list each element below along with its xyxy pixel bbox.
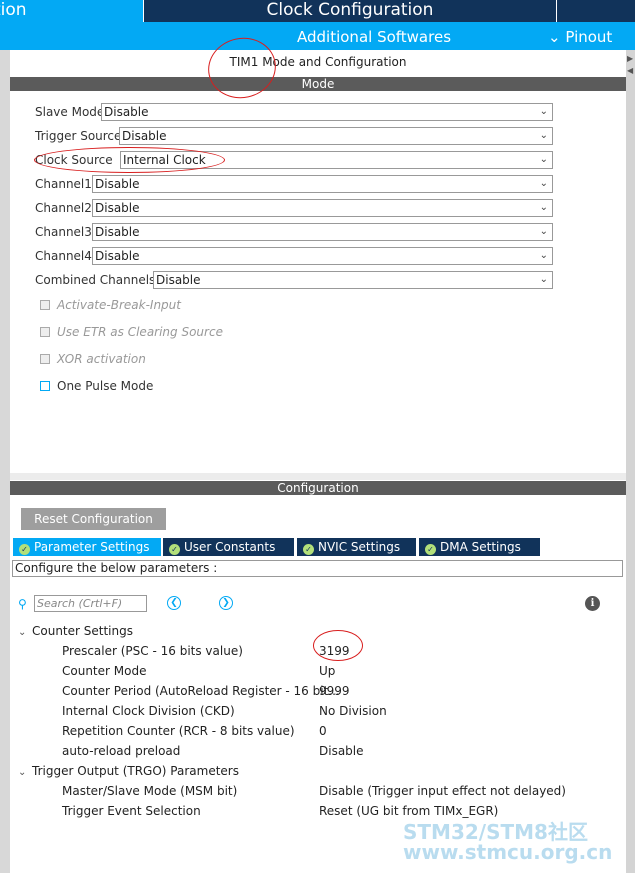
tab-clock-configuration[interactable]: Clock Configuration: [143, 0, 557, 22]
param-value[interactable]: Up: [319, 664, 335, 678]
top-tab-bar: tion Clock Configuration: [0, 0, 635, 22]
chevron-left-icon[interactable]: ◀: [627, 66, 633, 75]
param-value[interactable]: 0: [319, 724, 327, 738]
chevron-down-icon: ⌄: [539, 226, 548, 237]
param-name: Internal Clock Division (CKD): [62, 704, 235, 718]
pinout-menu[interactable]: ⌄ Pinout: [548, 28, 612, 46]
tab-configuration[interactable]: tion: [0, 0, 143, 22]
annotation-circle-clock-source: [34, 147, 225, 173]
search-input[interactable]: Search (Crtl+F): [34, 595, 147, 612]
configure-hint: Configure the below parameters :: [12, 560, 623, 577]
channel1-select[interactable]: Disable ⌄: [92, 175, 553, 193]
panel-title: TIM1 Mode and Configuration: [229, 55, 407, 69]
chevron-down-icon[interactable]: ⌄: [18, 767, 32, 778]
checkbox-label: XOR activation: [57, 352, 146, 366]
tab-parameter-settings[interactable]: ✓ Parameter Settings: [13, 538, 161, 556]
checkbox-box[interactable]: [40, 381, 50, 391]
additional-softwares-menu[interactable]: Additional Softwares: [297, 28, 451, 46]
previous-icon[interactable]: ❮: [167, 596, 181, 610]
param-name: Repetition Counter (RCR - 8 bits value): [62, 724, 295, 738]
reset-configuration-button[interactable]: Reset Configuration: [21, 508, 166, 530]
configuration-section-header: Configuration: [10, 481, 626, 495]
chevron-down-icon: ⌄: [548, 28, 561, 46]
chevron-down-icon: ⌄: [539, 130, 548, 141]
right-splitter[interactable]: ▶ ◀: [626, 50, 635, 873]
param-name: Master/Slave Mode (MSM bit): [62, 784, 238, 798]
pinout-label: Pinout: [565, 28, 613, 46]
chevron-down-icon: ⌄: [539, 202, 548, 213]
chevron-down-icon[interactable]: ⌄: [18, 627, 32, 638]
chevron-down-icon: ⌄: [539, 178, 548, 189]
checkbox-box[interactable]: [40, 354, 50, 364]
select-value: Disable: [95, 225, 140, 239]
check-circle-icon: ✓: [19, 544, 30, 555]
checkbox-label: Use ETR as Clearing Source: [57, 325, 223, 339]
info-icon[interactable]: i: [585, 596, 600, 611]
mode-section-header: Mode: [10, 77, 626, 91]
slave-mode-label: Slave Mode: [35, 105, 105, 119]
group-label: Counter Settings: [32, 624, 133, 638]
chevron-right-icon[interactable]: ▶: [627, 54, 633, 63]
chevron-down-icon: ⌄: [539, 274, 548, 285]
chevron-down-icon: ⌄: [539, 154, 548, 165]
channel4-label: Channel4: [35, 249, 92, 263]
channel2-label: Channel2: [35, 201, 92, 215]
checkbox-box[interactable]: [40, 300, 50, 310]
channel1-label: Channel1: [35, 177, 92, 191]
param-value[interactable]: No Division: [319, 704, 387, 718]
param-value[interactable]: 9999: [319, 684, 350, 698]
checkbox-label: Activate-Break-Input: [57, 298, 181, 312]
select-value: Disable: [156, 273, 201, 287]
slave-mode-select[interactable]: Disable ⌄: [101, 103, 553, 121]
channel2-select[interactable]: Disable ⌄: [92, 199, 553, 217]
mode-panel: TIM1 Mode and Configuration Mode Slave M…: [10, 50, 626, 473]
combined-channels-select[interactable]: Disable ⌄: [153, 271, 553, 289]
combined-channels-label: Combined Channels: [35, 273, 156, 287]
checkbox-box[interactable]: [40, 327, 50, 337]
select-value: Disable: [104, 105, 149, 119]
param-name: Trigger Event Selection: [62, 804, 201, 818]
param-name: auto-reload preload: [62, 744, 181, 758]
group-label: Trigger Output (TRGO) Parameters: [32, 764, 239, 778]
tab-label: Parameter Settings: [34, 540, 150, 554]
param-name: Prescaler (PSC - 16 bits value): [62, 644, 243, 658]
left-splitter[interactable]: [0, 50, 10, 873]
annotation-circle-prescaler: [313, 630, 363, 661]
select-value: Disable: [122, 129, 167, 143]
trigger-source-label: Trigger Source: [35, 129, 122, 143]
channel3-label: Channel3: [35, 225, 92, 239]
param-name: Counter Period (AutoReload Register - 16…: [62, 684, 340, 698]
checkbox-label: One Pulse Mode: [57, 379, 154, 393]
chevron-down-icon: ⌄: [539, 250, 548, 261]
trigger-source-select[interactable]: Disable ⌄: [119, 127, 553, 145]
select-value: Disable: [95, 177, 140, 191]
tab-empty[interactable]: [557, 0, 635, 22]
param-value[interactable]: Disable (Trigger input effect not delaye…: [319, 784, 566, 798]
tab-nvic-settings[interactable]: ✓ NVIC Settings: [297, 538, 416, 556]
tree-group-counter-settings[interactable]: ⌄ Counter Settings: [18, 624, 133, 638]
chevron-down-icon: ⌄: [539, 106, 548, 117]
tab-label: NVIC Settings: [318, 540, 401, 554]
configuration-panel: Configuration Reset Configuration ✓ Param…: [10, 480, 626, 873]
param-name: Counter Mode: [62, 664, 147, 678]
tab-label: DMA Settings: [440, 540, 521, 554]
select-value: Disable: [95, 249, 140, 263]
channel4-select[interactable]: Disable ⌄: [92, 247, 553, 265]
tab-user-constants[interactable]: ✓ User Constants: [163, 538, 294, 556]
sub-toolbar: Additional Softwares ⌄ Pinout: [0, 22, 635, 50]
tree-group-trigger-output[interactable]: ⌄ Trigger Output (TRGO) Parameters: [18, 764, 239, 778]
search-icon: ⚲: [18, 597, 27, 611]
select-value: Disable: [95, 201, 140, 215]
check-circle-icon: ✓: [303, 544, 314, 555]
channel3-select[interactable]: Disable ⌄: [92, 223, 553, 241]
check-circle-icon: ✓: [425, 544, 436, 555]
param-value[interactable]: Disable: [319, 744, 364, 758]
check-circle-icon: ✓: [169, 544, 180, 555]
tab-label: User Constants: [184, 540, 276, 554]
tab-dma-settings[interactable]: ✓ DMA Settings: [419, 538, 540, 556]
next-icon[interactable]: ❯: [219, 596, 233, 610]
watermark-line2: www.stmcu.org.cn: [403, 840, 613, 864]
stm32cubemx-window: tion Clock Configuration Additional Soft…: [0, 0, 635, 873]
